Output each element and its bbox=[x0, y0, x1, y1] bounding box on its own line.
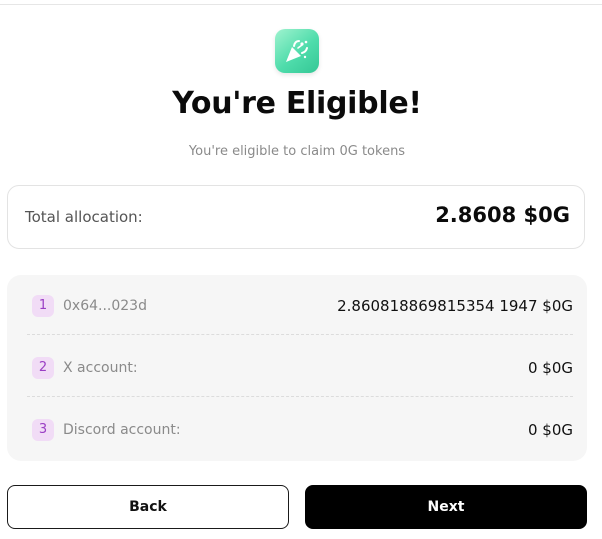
total-allocation-label: Total allocation: bbox=[25, 208, 143, 226]
party-popper-icon bbox=[275, 29, 319, 73]
wallet-allocation-value: 2.860818869815354 1947 $0G bbox=[337, 297, 573, 315]
row-index-badge: 1 bbox=[32, 295, 54, 317]
breakdown-row-discord-account: 3 Discord account: 0 $0G bbox=[27, 399, 573, 459]
discord-account-value: 0 $0G bbox=[527, 421, 573, 439]
page-title: You're Eligible! bbox=[172, 86, 422, 121]
discord-account-label: Discord account: bbox=[63, 422, 181, 438]
x-account-value: 0 $0G bbox=[527, 359, 573, 377]
row-index-badge: 2 bbox=[32, 357, 54, 379]
allocation-breakdown: 1 0x64...023d 2.860818869815354 1947 $0G… bbox=[7, 275, 587, 461]
back-button[interactable]: Back bbox=[7, 485, 289, 529]
breakdown-row-wallet: 1 0x64...023d 2.860818869815354 1947 $0G bbox=[27, 275, 573, 335]
next-button[interactable]: Next bbox=[305, 485, 587, 529]
x-account-label: X account: bbox=[63, 360, 138, 376]
wallet-address-label: 0x64...023d bbox=[63, 298, 147, 314]
top-divider bbox=[0, 4, 602, 5]
total-allocation-card: Total allocation: 2.8608 $0G bbox=[7, 185, 585, 249]
page-subtitle: You're eligible to claim 0G tokens bbox=[188, 144, 406, 159]
row-index-badge: 3 bbox=[32, 419, 54, 441]
breakdown-row-x-account: 2 X account: 0 $0G bbox=[27, 337, 573, 397]
total-allocation-value: 2.8608 $0G bbox=[435, 203, 570, 227]
